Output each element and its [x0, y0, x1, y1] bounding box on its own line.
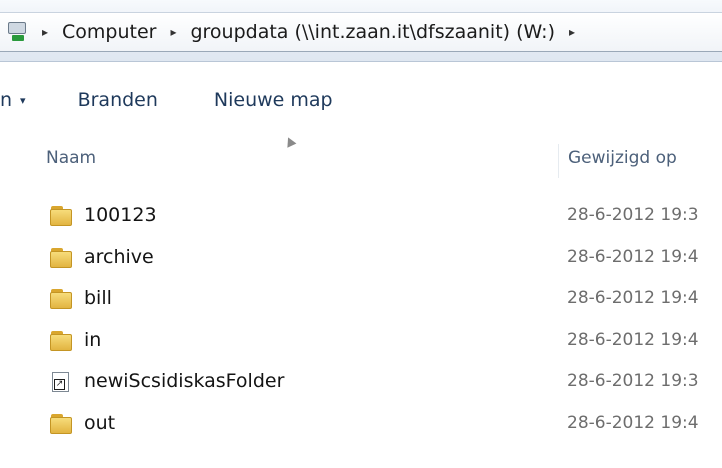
file-name: out	[84, 411, 116, 434]
column-header-date-modified[interactable]: Gewijzigd op	[568, 148, 677, 168]
folder-icon	[50, 205, 74, 227]
folder-icon	[50, 247, 74, 269]
file-row[interactable]: archive 28-6-2012 19:4	[0, 240, 722, 282]
file-date: 28-6-2012 19:4	[567, 288, 699, 308]
chevron-down-icon: ▾	[20, 94, 26, 107]
file-date: 28-6-2012 19:3	[567, 205, 699, 225]
folder-icon	[50, 413, 74, 435]
breadcrumb-computer[interactable]: Computer	[56, 21, 162, 43]
folder-icon	[50, 330, 74, 352]
file-list: 100123 28-6-2012 19:3 archive 28-6-2012 …	[0, 198, 722, 447]
organize-label: n	[0, 89, 13, 111]
new-folder-button[interactable]: Nieuwe map	[214, 89, 333, 111]
file-row[interactable]: bill 28-6-2012 19:4	[0, 281, 722, 323]
file-date: 28-6-2012 19:4	[567, 329, 699, 350]
file-date: 28-6-2012 19:4	[567, 412, 699, 433]
burn-button[interactable]: Branden	[78, 89, 158, 111]
network-drive-icon[interactable]	[4, 20, 34, 44]
breadcrumb-separator-icon[interactable]: ▸	[561, 25, 583, 39]
breadcrumb-groupdata[interactable]: groupdata (\\int.zaan.it\dfszaanit) (W:)	[184, 21, 561, 43]
breadcrumb[interactable]: ▸ Computer ▸ groupdata (\\int.zaan.it\df…	[0, 12, 722, 52]
file-row[interactable]: ↗ newiScsidiskasFolder 28-6-2012 19:3	[0, 364, 722, 406]
file-name: bill	[84, 287, 112, 309]
file-row[interactable]: out 28-6-2012 19:4	[0, 406, 722, 448]
file-date: 28-6-2012 19:3	[567, 371, 699, 391]
file-name: archive	[84, 245, 154, 268]
address-bar: ▸ Computer ▸ groupdata (\\int.zaan.it\df…	[0, 0, 722, 62]
file-name: 100123	[84, 204, 157, 226]
breadcrumb-separator-icon[interactable]: ▸	[162, 25, 184, 39]
column-header-name[interactable]: Naam	[46, 148, 96, 168]
folder-icon	[50, 288, 74, 310]
file-date: 28-6-2012 19:4	[567, 246, 699, 267]
file-name: in	[84, 328, 102, 351]
breadcrumb-separator-icon[interactable]: ▸	[34, 25, 56, 39]
shortcut-icon: ↗	[50, 371, 74, 393]
command-bar: n ▾ Branden Nieuwe map	[0, 78, 722, 122]
organize-button[interactable]: n ▾	[0, 89, 26, 111]
file-name: newiScsidiskasFolder	[84, 370, 285, 392]
column-headers: Naam Gewijzigd op	[0, 140, 722, 180]
file-row[interactable]: 100123 28-6-2012 19:3	[0, 198, 722, 240]
file-row[interactable]: in 28-6-2012 19:4	[0, 323, 722, 365]
column-divider[interactable]	[558, 144, 559, 178]
